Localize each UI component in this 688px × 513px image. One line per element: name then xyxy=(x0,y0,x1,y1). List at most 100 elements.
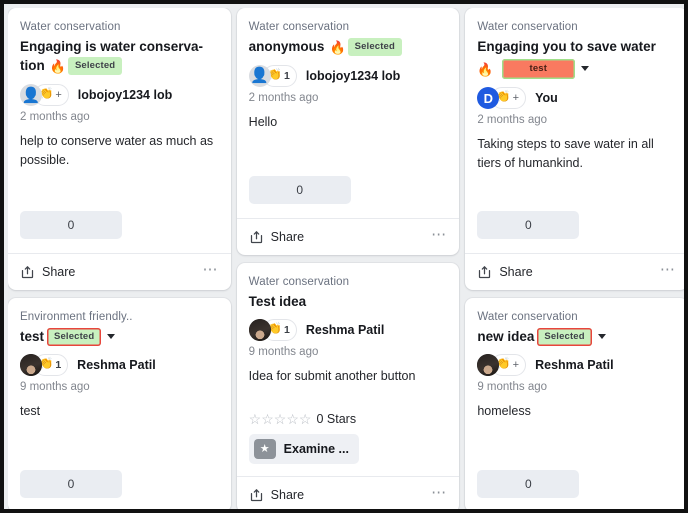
timestamp: 9 months ago xyxy=(477,381,548,393)
challenge-name: Environment friendly.. xyxy=(20,311,133,323)
idea-title: new idea xyxy=(477,328,535,344)
idea-description: Taking steps to save water in all tiers … xyxy=(477,137,654,170)
more-options-button[interactable]: ⋯ xyxy=(431,485,447,506)
share-button-label: Share xyxy=(42,265,76,279)
status-badge[interactable]: Selected xyxy=(537,327,592,346)
idea-card: Water conservation Engaging you to save w… xyxy=(465,8,684,290)
star-badge-icon: ★ xyxy=(253,439,276,459)
challenge-name: Water conservation xyxy=(477,21,578,33)
chevron-down-icon[interactable] xyxy=(597,333,606,339)
chevron-down-icon[interactable] xyxy=(107,333,116,339)
author-name: Reshma Patil xyxy=(77,358,156,372)
share-icon xyxy=(20,265,35,280)
avatar xyxy=(20,354,42,376)
more-options-button[interactable]: ⋯ xyxy=(202,262,218,283)
board-column-2: Water conservation anonymous 🔥 Selected 👤 👏 1 l… xyxy=(236,8,460,509)
idea-board: Water conservation Engaging is water cons… xyxy=(8,8,684,509)
author-row: 👏 1 Reshma Patil xyxy=(248,318,448,342)
card-body: Environment friendly.. test Selected 👏 1 Resh… xyxy=(8,298,231,509)
status-badge[interactable]: Selected xyxy=(47,327,102,346)
star-icon[interactable]: ☆ xyxy=(261,412,274,426)
author-name: You xyxy=(535,91,558,106)
add-reaction-icon[interactable]: + xyxy=(513,92,519,104)
board-column-3: Water conservation Engaging you to save w… xyxy=(465,8,684,509)
examine-button-label: Examine ... xyxy=(283,442,349,456)
avatar-group: 👏 + xyxy=(477,353,527,377)
timestamp: 9 months ago xyxy=(20,381,90,393)
idea-description: Hello xyxy=(248,114,278,129)
screenshot-frame: Water conservation Engaging is water cons… xyxy=(0,0,688,513)
idea-card: Environment friendly.. test Selected 👏 1 Resh… xyxy=(8,298,231,509)
fire-icon: 🔥 xyxy=(49,58,66,74)
examine-button[interactable]: ★ Examine ... xyxy=(248,434,359,464)
star-icon[interactable]: ☆ xyxy=(299,412,312,426)
avatar-group: 👏 1 xyxy=(248,318,297,342)
avatar: 👤 xyxy=(248,64,271,87)
avatar-photo-image xyxy=(248,318,271,341)
status-badge[interactable]: Selected xyxy=(67,56,123,76)
idea-title-row: Engaging is water conserva-tion 🔥 Selected xyxy=(20,37,219,77)
share-button-label: Share xyxy=(270,230,305,244)
badge-wrapper: Selected xyxy=(67,56,123,76)
share-button-label: Share xyxy=(499,265,533,279)
badge-wrapper: Selected xyxy=(537,327,606,346)
star-icon[interactable]: ☆ xyxy=(274,412,287,426)
more-options-button[interactable]: ⋯ xyxy=(660,262,676,283)
share-button[interactable]: Share xyxy=(249,488,304,503)
idea-description: Idea for submit another button xyxy=(248,368,416,383)
challenge-name: Water conservation xyxy=(248,276,350,288)
flex-spacer xyxy=(477,427,676,470)
author-row: 👏 1 Reshma Patil xyxy=(20,353,219,377)
status-badge[interactable]: Selected xyxy=(347,37,402,56)
idea-title-row: Engaging you to save water xyxy=(477,37,676,56)
timestamp: 2 months ago xyxy=(477,114,548,127)
vote-count-button[interactable]: 0 xyxy=(20,211,122,239)
avatar-group: D 👏 + xyxy=(477,86,527,110)
idea-card: Water conservation Test idea 👏 1 Reshma Pati… xyxy=(236,263,460,509)
chevron-down-icon[interactable] xyxy=(581,65,590,71)
card-footer: Share ⋯ xyxy=(465,253,684,290)
badge-wrapper: Selected xyxy=(47,327,116,346)
author-name: lobojoy1234 lob xyxy=(77,88,173,103)
star-icons[interactable]: ☆ ☆ ☆ ☆ ☆ xyxy=(249,412,312,426)
clap-count: 1 xyxy=(55,359,62,371)
add-reaction-icon[interactable]: + xyxy=(55,89,61,101)
timestamp: 9 months ago xyxy=(248,345,319,358)
vote-count-button[interactable]: 0 xyxy=(248,176,351,204)
idea-card: Water conservation Engaging is water cons… xyxy=(8,8,231,290)
vote-count-button[interactable]: 0 xyxy=(20,470,122,498)
share-button[interactable]: Share xyxy=(249,230,304,245)
idea-card: Water conservation anonymous 🔥 Selected 👤 👏 1 l… xyxy=(236,8,460,255)
card-body: Water conservation anonymous 🔥 Selected 👤 👏 1 l… xyxy=(237,8,460,218)
board-column-1: Water conservation Engaging is water cons… xyxy=(8,8,231,509)
card-footer: Share ⋯ xyxy=(236,218,460,255)
avatar-group: 👏 1 xyxy=(20,353,69,377)
vote-count-button[interactable]: 0 xyxy=(477,470,580,498)
more-options-button[interactable]: ⋯ xyxy=(431,227,447,248)
author-row: D 👏 + You xyxy=(477,86,676,110)
flex-spacer xyxy=(477,179,676,211)
star-rating[interactable]: ☆ ☆ ☆ ☆ ☆ 0 Stars xyxy=(249,412,448,426)
add-reaction-icon[interactable]: + xyxy=(513,359,519,371)
star-icon[interactable]: ☆ xyxy=(286,412,299,426)
idea-card: Water conservation new idea Selected 👏 + Resh… xyxy=(465,298,684,509)
status-badge[interactable]: test xyxy=(501,58,576,80)
clap-count: 1 xyxy=(284,69,290,82)
avatar-photo-image xyxy=(477,354,500,376)
share-button[interactable]: Share xyxy=(20,265,75,280)
avatar: 👤 xyxy=(20,84,42,107)
star-icon[interactable]: ☆ xyxy=(249,412,262,426)
idea-description: help to conserve water as much as possib… xyxy=(20,134,214,167)
author-row: 👏 + Reshma Patil xyxy=(477,353,676,377)
fire-icon: 🔥 xyxy=(477,61,494,77)
idea-title: Test idea xyxy=(248,293,307,309)
avatar-photo-image xyxy=(20,354,42,376)
idea-description: test xyxy=(20,404,41,418)
fire-icon: 🔥 xyxy=(329,39,346,55)
flex-spacer xyxy=(20,427,219,470)
author-name: Reshma Patil xyxy=(535,358,614,372)
avatar-group: 👤 👏 + xyxy=(20,83,69,107)
share-button[interactable]: Share xyxy=(477,265,533,280)
share-icon xyxy=(477,265,492,280)
vote-count-button[interactable]: 0 xyxy=(477,211,580,239)
